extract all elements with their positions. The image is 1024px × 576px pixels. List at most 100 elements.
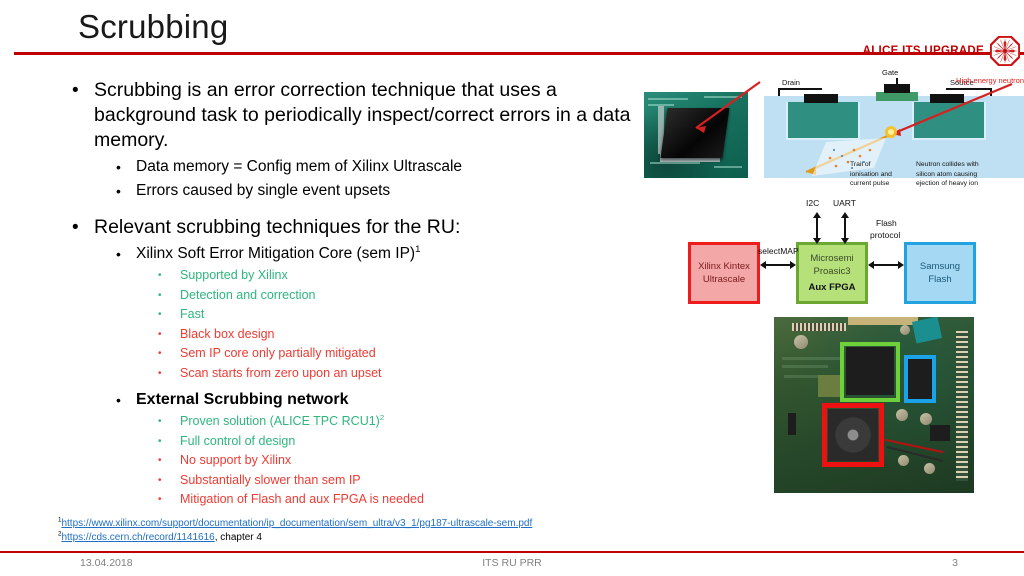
bullet-dot: • bbox=[158, 494, 162, 505]
arrow-head bbox=[841, 212, 849, 218]
sem-point-1: • Detection and correction bbox=[158, 286, 632, 306]
chip-photo bbox=[644, 92, 748, 178]
bullet-relevant-techniques: • Relevant scrubbing techniques for the … bbox=[72, 215, 632, 240]
selectmap-label: selectMAP bbox=[758, 246, 799, 256]
footnote-suffix: , chapter 4 bbox=[214, 532, 262, 543]
sem-point-0: • Supported by Xilinx bbox=[158, 266, 632, 286]
arrow-head bbox=[760, 261, 766, 269]
highlight-flash bbox=[904, 355, 936, 403]
bullet-dot: • bbox=[116, 183, 121, 199]
single-event-upset-figure: Drain Source Gate High energy neutron Tr… bbox=[644, 68, 1024, 190]
slide-number: 3 bbox=[952, 557, 958, 569]
bullet-text: Proven solution (ALICE TPC RCU1)2 bbox=[180, 412, 385, 428]
block-microsemi-proasic3: Microsemi Proasic3 Aux FPGA bbox=[796, 242, 868, 304]
i2c-label: I2C bbox=[806, 198, 820, 208]
footer: 13.04.2018 ITS RU PRR 3 bbox=[0, 554, 1024, 576]
bullet-dot: • bbox=[72, 80, 79, 101]
bullet-dot: • bbox=[158, 416, 162, 427]
highlight-kintex-ultrascale bbox=[822, 403, 884, 467]
bullet-dot: • bbox=[158, 289, 162, 301]
bullet-dot: • bbox=[116, 159, 121, 175]
sem-point-3: • Black box design bbox=[158, 325, 632, 345]
ionisation-trail-caption: Trail of ionisation and current pulse bbox=[850, 161, 892, 187]
bullet-text: Full control of design bbox=[180, 433, 296, 448]
sem-ip-point-list: • Supported by Xilinx • Detection and corre… bbox=[72, 266, 632, 383]
ion-track-arrows bbox=[805, 82, 1013, 176]
bullet-text: External Scrubbing network bbox=[136, 391, 349, 408]
block-label-line2: Proasic3 bbox=[813, 266, 851, 277]
block-xilinx-kintex-ultrascale: Xilinx Kintex Ultrascale bbox=[688, 242, 760, 304]
external-scrubbing-point-list: • Proven solution (ALICE TPC RCU1)2 • Full … bbox=[72, 412, 632, 510]
mosfet-cross-section-diagram: Drain Source Gate High energy neutron Tr… bbox=[764, 68, 1024, 190]
bullet-text: Scan starts from zero upon an upset bbox=[180, 365, 382, 380]
ext-point-2: • No support by Xilinx bbox=[158, 451, 632, 471]
bullet-dot: • bbox=[158, 435, 162, 447]
bullet-single-event-upsets: • Errors caused by single event upsets bbox=[116, 179, 632, 203]
ext-point-0: • Proven solution (ALICE TPC RCU1)2 bbox=[158, 412, 632, 432]
bullet-dot: • bbox=[158, 474, 162, 486]
bullet-text: Data memory = Config mem of Xilinx Ultra… bbox=[136, 158, 463, 175]
readout-unit-board-photo bbox=[774, 317, 974, 493]
bullet-dot: • bbox=[158, 309, 162, 320]
footnotes: 1https://www.xilinx.com/support/document… bbox=[58, 517, 532, 545]
scrubbing-block-diagram: Xilinx Kintex Ultrascale Microsemi Proas… bbox=[688, 196, 988, 316]
block-samsung-flash: Samsung Flash bbox=[904, 242, 976, 304]
arrow-head bbox=[813, 238, 821, 244]
footnote-marker-2: 2 bbox=[379, 412, 385, 422]
bullet-external-scrubbing: • External Scrubbing network bbox=[116, 388, 632, 412]
logo-text: ALICE ITS UPGRADE bbox=[862, 45, 984, 57]
bullet-dot: • bbox=[158, 348, 162, 359]
ext-point-3: • Substantially slower than sem IP bbox=[158, 471, 632, 491]
uart-arrow bbox=[844, 218, 846, 240]
bullet-sem-ip: • Xilinx Soft Error Mitigation Core (sem… bbox=[116, 242, 632, 266]
neutron-collision-caption: Neutron collides with silicon atom causi… bbox=[916, 161, 979, 187]
arrow-head bbox=[813, 212, 821, 218]
alice-its-upgrade-logo: ALICE ITS UPGRADE bbox=[863, 36, 1020, 66]
bullet-text: Fast bbox=[180, 307, 205, 321]
bullet-dot: • bbox=[158, 328, 162, 340]
bullet-text: Black box design bbox=[180, 326, 275, 341]
bullet-scrubbing-definition: • Scrubbing is an error correction techn… bbox=[72, 78, 632, 153]
flash-protocol-arrow bbox=[874, 264, 898, 266]
sem-point-5: • Scan starts from zero upon an upset bbox=[158, 364, 632, 384]
bullet-dot: • bbox=[116, 392, 121, 408]
bullet-dot: • bbox=[72, 217, 79, 238]
arrow-head bbox=[868, 261, 874, 269]
sem-ip-label: Xilinx Soft Error Mitigation Core (sem I… bbox=[136, 245, 416, 262]
bullet-text: Detection and correction bbox=[180, 287, 316, 302]
arrow-head bbox=[790, 261, 796, 269]
block-label: Xilinx Kintex Ultrascale bbox=[698, 261, 750, 285]
bullet-text: Substantially slower than sem IP bbox=[180, 472, 361, 487]
bullet-dot: • bbox=[158, 270, 162, 281]
uart-label: UART bbox=[833, 198, 856, 208]
arrow-head bbox=[898, 261, 904, 269]
slide: Scrubbing ALICE ITS UPGRADE • Scrubbing … bbox=[0, 0, 1024, 576]
flash-protocol-label-line2: protocol bbox=[870, 230, 901, 240]
bullet-dot: • bbox=[158, 367, 162, 379]
ext-point-1: • Full control of design bbox=[158, 432, 632, 452]
bullet-text: Errors caused by single event upsets bbox=[136, 182, 391, 199]
flash-protocol-label-line1: Flash bbox=[876, 218, 897, 228]
bullet-text: No support by Xilinx bbox=[180, 453, 292, 467]
bullet-text: Mitigation of Flash and aux FPGA is need… bbox=[180, 492, 424, 506]
bullet-text: Relevant scrubbing techniques for the RU… bbox=[94, 216, 461, 238]
bullet-text: Scrubbing is an error correction techniq… bbox=[94, 79, 631, 151]
i2c-arrow bbox=[816, 218, 818, 240]
footnote-link-1[interactable]: https://www.xilinx.com/support/documenta… bbox=[61, 518, 532, 529]
block-label-line2: Flash bbox=[928, 274, 952, 285]
highlight-aux-fpga bbox=[840, 342, 900, 402]
selectmap-arrow bbox=[766, 264, 790, 266]
footnote-1: 1https://www.xilinx.com/support/document… bbox=[58, 517, 532, 531]
footnote-2: 2https://cds.cern.ch/record/1141616, cha… bbox=[58, 531, 532, 545]
block-label-line1: Samsung bbox=[919, 261, 961, 272]
high-energy-neutron-label: High energy neutron bbox=[956, 76, 1024, 85]
footer-divider bbox=[0, 551, 1024, 553]
arrow-head bbox=[841, 238, 849, 244]
page-title: Scrubbing bbox=[78, 8, 229, 45]
sem-point-4: • Sem IP core only partially mitigated bbox=[158, 344, 632, 364]
bullet-content: • Scrubbing is an error correction techn… bbox=[72, 78, 632, 510]
bullet-data-memory: • Data memory = Config mem of Xilinx Ult… bbox=[116, 155, 632, 179]
footnote-link-2[interactable]: https://cds.cern.ch/record/1141616 bbox=[61, 532, 214, 543]
footnote-marker-1: 1 bbox=[415, 243, 421, 255]
